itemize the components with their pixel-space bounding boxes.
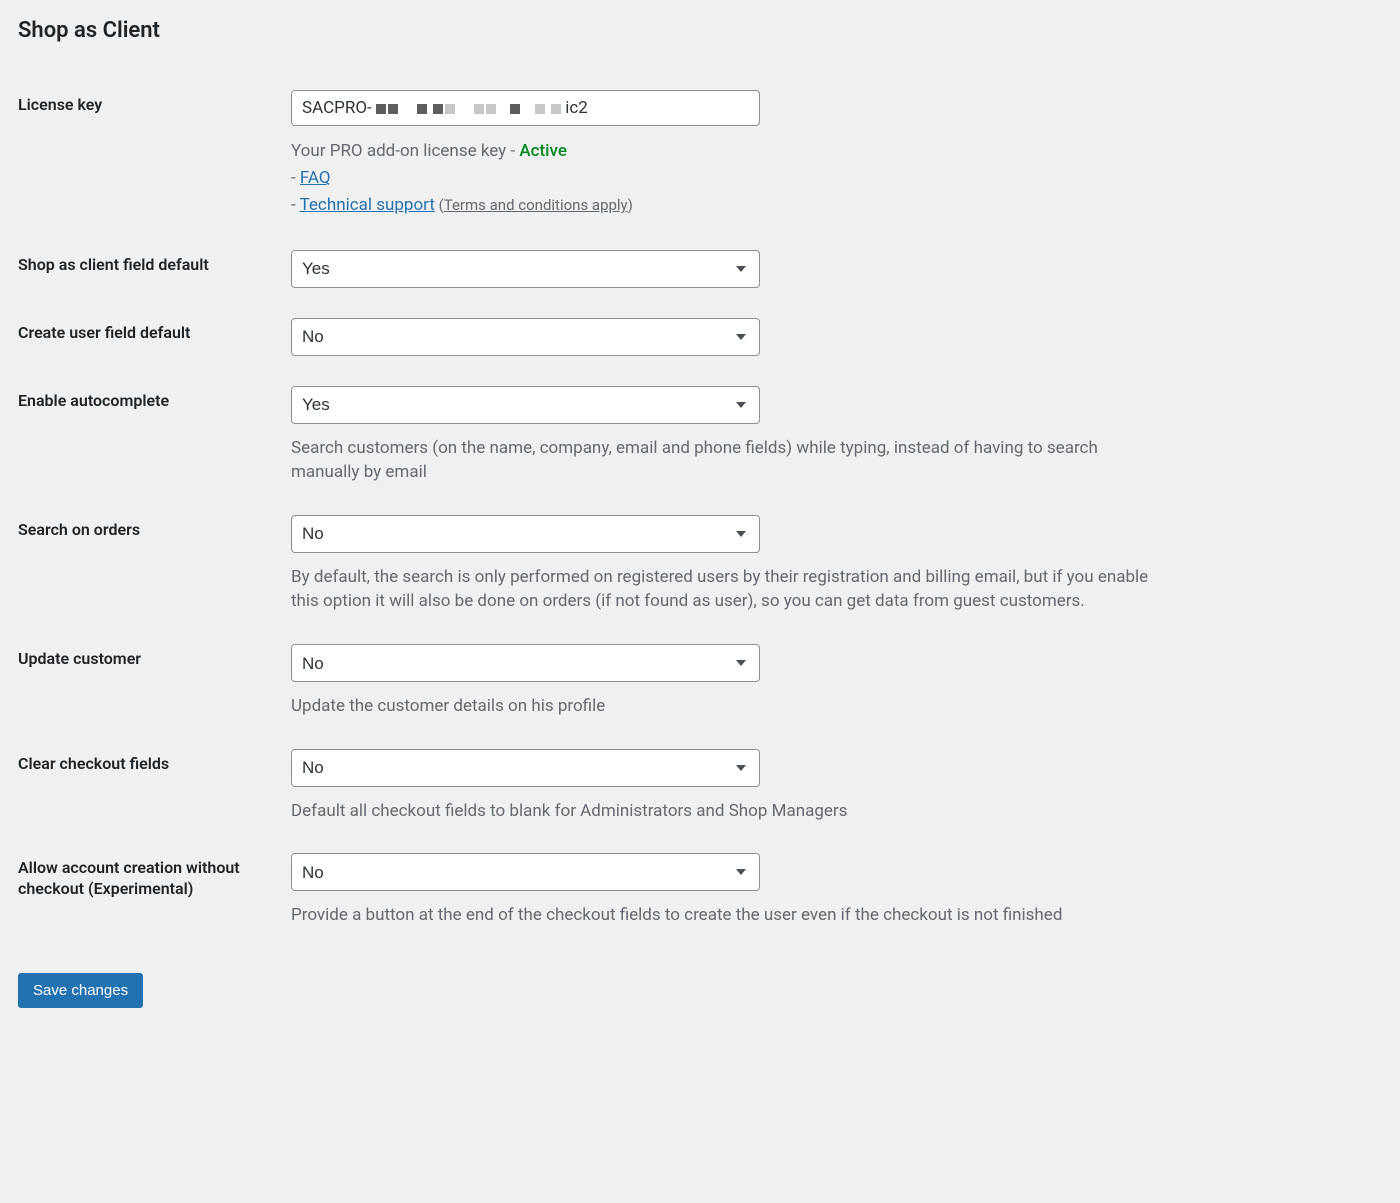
enable-autocomplete-row: Enable autocomplete Yes Search customers… — [18, 371, 1382, 500]
enable-autocomplete-label: Enable autocomplete — [18, 371, 291, 500]
enable-autocomplete-select[interactable]: Yes — [291, 386, 760, 424]
clear-checkout-fields-description: Default all checkout fields to blank for… — [291, 799, 1161, 824]
update-customer-row: Update customer No Update the customer d… — [18, 629, 1382, 734]
license-key-input[interactable]: SACPRO- ic2 — [291, 90, 760, 126]
search-on-orders-select[interactable]: No — [291, 515, 760, 553]
clear-checkout-fields-row: Clear checkout fields No Default all che… — [18, 734, 1382, 839]
create-user-default-row: Create user field default No — [18, 303, 1382, 371]
technical-support-link[interactable]: Technical support — [300, 195, 435, 215]
allow-account-creation-select[interactable]: No — [291, 853, 760, 891]
clear-checkout-fields-label: Clear checkout fields — [18, 734, 291, 839]
enable-autocomplete-description: Search customers (on the name, company, … — [291, 436, 1161, 485]
allow-account-creation-description: Provide a button at the end of the check… — [291, 903, 1161, 928]
search-on-orders-label: Search on orders — [18, 500, 291, 629]
faq-link[interactable]: FAQ — [300, 168, 331, 188]
allow-account-creation-label: Allow account creation without checkout … — [18, 838, 291, 943]
license-key-row: License key SACPRO- ic2 Y — [18, 75, 1382, 235]
create-user-default-select[interactable]: No — [291, 318, 760, 356]
terms-conditions-link[interactable]: Terms and conditions apply — [444, 196, 628, 214]
page-title: Shop as Client — [18, 18, 1382, 43]
license-desc-text: Your PRO add-on license key - — [291, 141, 519, 161]
save-changes-button[interactable]: Save changes — [18, 973, 143, 1008]
shop-as-client-default-label: Shop as client field default — [18, 235, 291, 303]
settings-form-table: License key SACPRO- ic2 Y — [18, 75, 1382, 943]
create-user-default-label: Create user field default — [18, 303, 291, 371]
shop-as-client-default-row: Shop as client field default Yes — [18, 235, 1382, 303]
shop-as-client-default-select[interactable]: Yes — [291, 250, 760, 288]
update-customer-label: Update customer — [18, 629, 291, 734]
clear-checkout-fields-select[interactable]: No — [291, 749, 760, 787]
update-customer-select[interactable]: No — [291, 644, 760, 682]
search-on-orders-description: By default, the search is only performed… — [291, 565, 1161, 614]
search-on-orders-row: Search on orders No By default, the sear… — [18, 500, 1382, 629]
update-customer-description: Update the customer details on his profi… — [291, 694, 1161, 719]
allow-account-creation-row: Allow account creation without checkout … — [18, 838, 1382, 943]
license-status-badge: Active — [519, 141, 567, 161]
license-key-label: License key — [18, 75, 291, 235]
